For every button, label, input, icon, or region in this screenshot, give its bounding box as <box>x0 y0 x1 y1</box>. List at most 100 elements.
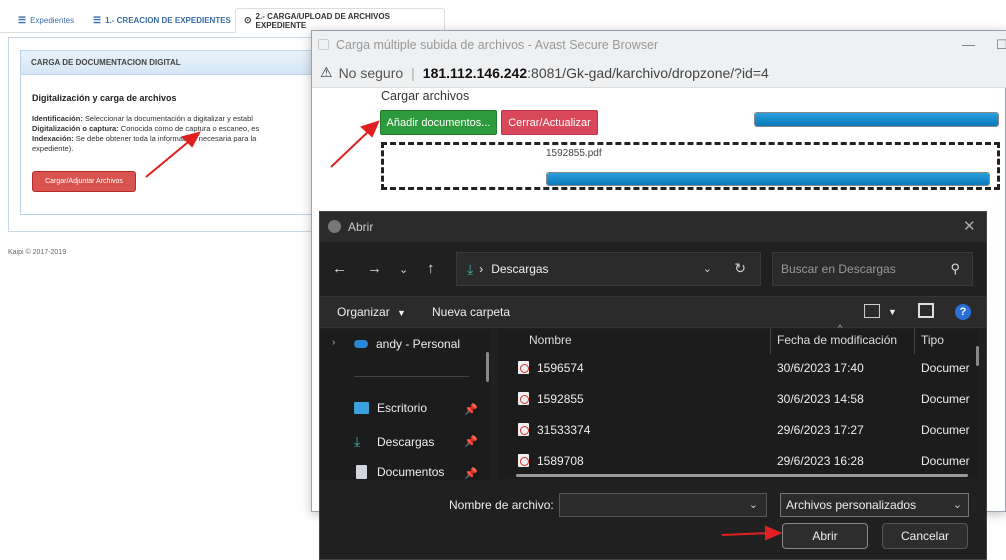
open-button[interactable]: Abrir <box>782 523 868 549</box>
divider <box>354 376 469 377</box>
file-row-date: 29/6/2023 17:27 <box>777 423 864 437</box>
progress-fill <box>547 173 989 185</box>
organize-menu[interactable]: Organizar ▼ <box>337 305 406 319</box>
progress-fill <box>755 113 998 126</box>
forward-icon[interactable]: → <box>367 260 382 277</box>
scrollbar[interactable] <box>486 352 489 382</box>
vertical-scrollbar[interactable] <box>976 346 979 366</box>
chevron-down-icon: ⌄ <box>952 499 962 511</box>
close-icon[interactable]: ✕ <box>963 217 976 235</box>
dialog-title: Abrir <box>348 220 374 234</box>
file-row-name: 1592855 <box>537 392 584 406</box>
sort-up-icon: ^ <box>838 323 843 333</box>
info-line: Indexación: Se debe obtener toda la info… <box>32 134 257 143</box>
pin-icon[interactable]: 📌 <box>464 435 478 448</box>
path-bar[interactable]: ⤓ › Descargas ⌄ ↻ <box>456 252 761 286</box>
close-refresh-button[interactable]: Cerrar/Actualizar <box>501 110 598 135</box>
preview-pane-icon[interactable] <box>918 303 934 318</box>
tab-label: 1.- CREACION DE EXPEDIENTES <box>105 16 231 25</box>
horizontal-scrollbar[interactable] <box>516 474 968 477</box>
download-icon: ⤓ <box>354 433 361 449</box>
up-icon[interactable]: ↑ <box>427 260 435 277</box>
column-header-date[interactable]: Fecha de modificación <box>777 333 897 347</box>
file-row-type: Documer <box>921 423 970 437</box>
column-header-type[interactable]: Tipo <box>921 333 944 347</box>
warning-icon: ⚠ <box>320 64 333 80</box>
circle-icon: ⊙ <box>244 15 252 25</box>
add-documents-button[interactable]: Añadir documentos... <box>380 110 497 135</box>
filename-input[interactable]: ⌄ <box>559 493 767 517</box>
caret-down-icon: ▼ <box>397 308 406 318</box>
pdf-file-icon <box>518 423 529 436</box>
path-label: Descargas <box>491 262 549 276</box>
cancel-button[interactable]: Cancelar <box>882 523 968 549</box>
nav-item-onedrive[interactable]: andy - Personal <box>354 337 460 351</box>
file-row[interactable]: 1589708 <box>518 454 584 468</box>
pin-icon[interactable]: 📌 <box>464 467 478 480</box>
nav-label: Descargas <box>377 434 435 449</box>
onedrive-icon <box>354 340 368 348</box>
file-row[interactable]: 1592855 <box>518 392 584 406</box>
caret-down-icon[interactable]: ▼ <box>888 307 897 317</box>
help-icon[interactable]: ? <box>955 304 971 320</box>
address-bar[interactable]: ⚠ No seguro | 181.112.146.242 :8081/Gk-g… <box>312 58 1006 88</box>
chevron-down-icon[interactable]: ⌄ <box>399 263 408 276</box>
globe-icon <box>328 220 341 233</box>
file-row-name: 31533374 <box>537 423 591 437</box>
chevron-down-icon[interactable]: ⌄ <box>749 498 758 511</box>
tab-label: 2.- CARGA/UPLOAD DE ARCHIVOS EXPEDIENTE <box>255 11 390 30</box>
refresh-icon[interactable]: ↻ <box>734 260 746 277</box>
info-line: expediente). <box>32 144 74 153</box>
dialog-title-bar: Abrir <box>320 212 986 242</box>
tab-creacion-expedientes[interactable]: ☰ 1.- CREACION DE EXPEDIENTES <box>85 8 239 33</box>
popup-title-bar: Carga múltiple subida de archivos - Avas… <box>312 31 1006 58</box>
organize-label: Organizar <box>337 305 390 319</box>
file-row[interactable]: 31533374 <box>518 423 590 437</box>
search-input[interactable]: Buscar en Descargas ⚲ <box>772 252 973 286</box>
chevron-down-icon[interactable]: ⌄ <box>703 262 712 275</box>
view-list-icon[interactable] <box>864 304 880 318</box>
nav-label: andy - Personal <box>376 337 461 351</box>
file-row-type: Documer <box>921 392 970 406</box>
window-icon <box>318 39 329 50</box>
upload-attach-button[interactable]: Cargar/Adjuntar Archivos <box>32 171 136 192</box>
list-icon: ☰ <box>93 15 102 25</box>
window-title: Carga múltiple subida de archivos - Avas… <box>336 37 659 52</box>
filetype-value: Archivos personalizados <box>786 498 917 512</box>
upload-title: Cargar archivos <box>381 89 470 103</box>
url-host: 181.112.146.242 <box>422 64 528 81</box>
new-folder-button[interactable]: Nueva carpeta <box>432 305 510 319</box>
tab-label: Expedientes <box>30 16 75 25</box>
tab-bar: ☰ Expedientes ☰ 1.- CREACION DE EXPEDIEN… <box>0 0 1006 33</box>
divider: | <box>411 64 415 81</box>
pdf-file-icon <box>518 361 529 374</box>
back-icon[interactable]: ← <box>332 260 347 277</box>
pin-icon[interactable]: 📌 <box>464 403 478 416</box>
chevron-right-icon: › <box>479 262 484 276</box>
tab-expedientes[interactable]: ☰ Expedientes <box>10 8 82 33</box>
nav-item-documentos[interactable]: Documentos <box>354 465 444 479</box>
security-label: No seguro <box>338 64 404 81</box>
maximize-icon[interactable]: ☐ <box>996 37 1006 53</box>
filename-label: Nombre de archivo: <box>449 498 554 512</box>
search-placeholder: Buscar en Descargas <box>781 262 896 276</box>
total-progress-bar <box>754 112 999 127</box>
file-row-type: Documer <box>921 361 970 375</box>
filetype-select[interactable]: Archivos personalizados ⌄ <box>780 493 969 517</box>
footer: Kaipi © 2017-2019 <box>8 249 67 256</box>
file-progress-bar <box>546 172 990 186</box>
minimize-icon[interactable]: — <box>962 37 975 52</box>
chevron-right-icon[interactable]: › <box>332 337 335 348</box>
file-row[interactable]: 1596574 <box>518 361 584 375</box>
dialog-toolbar <box>320 296 986 328</box>
list-icon: ☰ <box>18 15 27 25</box>
nav-label: Escritorio <box>377 401 428 415</box>
file-row-date: 29/6/2023 16:28 <box>777 454 864 468</box>
url-path: :8081/Gk-gad/karchivo/dropzone/?id=4 <box>527 64 769 81</box>
nav-item-escritorio[interactable]: Escritorio <box>354 401 427 415</box>
info-line: Digitalización o captura: Conocida como … <box>32 124 260 133</box>
nav-item-descargas[interactable]: ⤓ Descargas <box>354 433 434 450</box>
file-row-name: 1596574 <box>537 361 584 375</box>
column-header-name[interactable]: Nombre <box>529 333 572 347</box>
panel-title: CARGA DE DOCUMENTACION DIGITAL <box>21 51 319 75</box>
